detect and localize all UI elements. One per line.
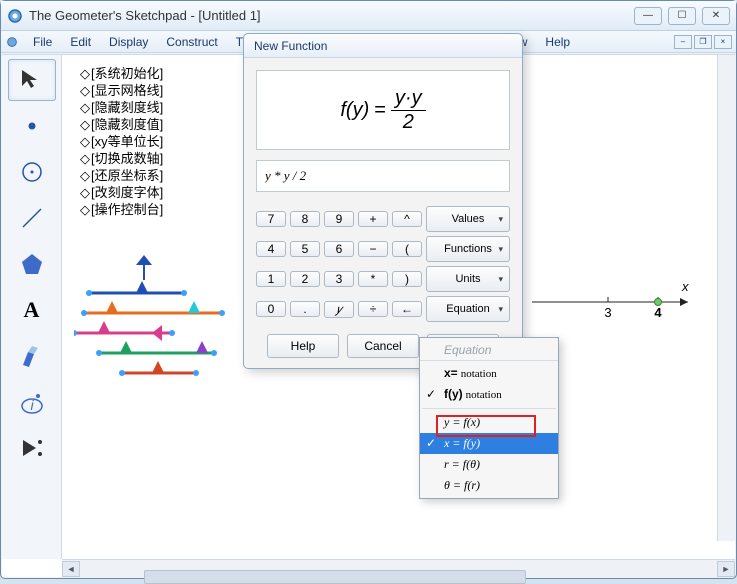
key-lparen[interactable]: (	[392, 241, 422, 257]
help-button[interactable]: Help	[267, 334, 339, 358]
action-item[interactable]: [xy等单位长]	[80, 133, 163, 150]
minimize-button[interactable]: —	[634, 7, 662, 25]
app-window: The Geometer's Sketchpad - [Untitled 1] …	[0, 0, 737, 579]
action-item[interactable]: [系统初始化]	[80, 65, 163, 82]
mdi-close-button[interactable]: ×	[714, 35, 732, 49]
axis-label-x: x	[681, 279, 689, 294]
window-controls: — ☐ ✕	[634, 7, 730, 25]
window-title: The Geometer's Sketchpad - [Untitled 1]	[29, 8, 634, 23]
preview-denominator: 2	[403, 111, 414, 134]
x-axis[interactable]: 3 4 x	[532, 277, 702, 327]
keypad: 7 8 9 + ^ Values 4 5 6 − ( Functions 1 2…	[256, 206, 510, 322]
text-icon: A	[24, 297, 40, 323]
tool-custom[interactable]	[8, 427, 56, 469]
menu-edit[interactable]: Edit	[62, 33, 99, 51]
key-3[interactable]: 3	[324, 271, 354, 287]
action-item[interactable]: [显示网格线]	[80, 82, 163, 99]
scroll-left-button[interactable]: ◄	[62, 561, 80, 577]
cancel-button[interactable]: Cancel	[347, 334, 419, 358]
function-preview: f(y) = y·y 2	[256, 70, 510, 150]
dialog-title[interactable]: New Function	[244, 34, 522, 58]
equation-dropdown[interactable]: Equation	[426, 296, 510, 322]
key-back[interactable]: ←	[392, 301, 422, 317]
tool-text[interactable]: A	[8, 289, 56, 331]
circle-icon	[18, 158, 46, 186]
line-icon	[18, 204, 46, 232]
doc-icon	[5, 35, 19, 49]
vertical-scrollbar[interactable]	[717, 55, 735, 541]
key-minus[interactable]: −	[358, 241, 388, 257]
equation-x-fy[interactable]: x = f(y)	[420, 433, 558, 454]
tool-info[interactable]: i	[8, 381, 56, 423]
arrow-icon	[18, 66, 46, 94]
app-icon	[7, 8, 23, 24]
values-dropdown[interactable]: Values	[426, 206, 510, 232]
tool-marker[interactable]	[8, 335, 56, 377]
action-item[interactable]: [隐藏刻度线]	[80, 99, 163, 116]
tick-4: 4	[654, 305, 662, 320]
tick-3: 3	[604, 305, 611, 320]
custom-icon	[18, 434, 46, 462]
menu-help[interactable]: Help	[537, 33, 578, 51]
tool-point[interactable]	[8, 105, 56, 147]
key-var[interactable]: 𝑦	[324, 301, 354, 318]
action-item[interactable]: [还原坐标系]	[80, 167, 163, 184]
key-0[interactable]: 0	[256, 301, 286, 317]
key-5[interactable]: 5	[290, 241, 320, 257]
info-icon: i	[18, 388, 46, 416]
submenu-header: Equation	[420, 340, 558, 361]
mdi-min-button[interactable]: –	[674, 35, 692, 49]
mdi-restore-button[interactable]: ❐	[694, 35, 712, 49]
key-2[interactable]: 2	[290, 271, 320, 287]
menu-display[interactable]: Display	[101, 33, 156, 51]
key-9[interactable]: 9	[324, 211, 354, 227]
tool-polygon[interactable]	[8, 243, 56, 285]
point-icon	[18, 112, 46, 140]
slider-widget[interactable]	[74, 255, 234, 385]
tool-circle[interactable]	[8, 151, 56, 193]
toolbox: A i	[2, 54, 62, 559]
key-8[interactable]: 8	[290, 211, 320, 227]
new-function-dialog: New Function f(y) = y·y 2 7 8 9 + ^ Valu…	[243, 33, 523, 369]
key-plus[interactable]: +	[358, 211, 388, 227]
units-dropdown[interactable]: Units	[426, 266, 510, 292]
notation-fy[interactable]: f(y) notation	[420, 384, 558, 405]
notation-x-equals[interactable]: x= notation	[420, 363, 558, 384]
tool-line[interactable]	[8, 197, 56, 239]
marker-icon	[18, 342, 46, 370]
horizontal-scrollbar[interactable]: ◄ ►	[62, 559, 735, 577]
key-div[interactable]: ÷	[358, 301, 388, 317]
menu-construct[interactable]: Construct	[158, 33, 225, 51]
action-list: [系统初始化] [显示网格线] [隐藏刻度线] [隐藏刻度值] [xy等单位长]…	[80, 65, 163, 218]
functions-dropdown[interactable]: Functions	[426, 236, 510, 262]
maximize-button[interactable]: ☐	[668, 7, 696, 25]
action-item[interactable]: [隐藏刻度值]	[80, 116, 163, 133]
key-1[interactable]: 1	[256, 271, 286, 287]
tool-arrow[interactable]	[8, 59, 56, 101]
key-caret[interactable]: ^	[392, 211, 422, 227]
polygon-icon	[18, 250, 46, 278]
key-4[interactable]: 4	[256, 241, 286, 257]
action-item[interactable]: [改刻度字体]	[80, 184, 163, 201]
equation-r-ftheta[interactable]: r = f(θ)	[420, 454, 558, 475]
key-dot[interactable]: .	[290, 301, 320, 317]
titlebar[interactable]: The Geometer's Sketchpad - [Untitled 1] …	[1, 1, 736, 31]
equation-submenu: Equation x= notation f(y) notation y = f…	[419, 337, 559, 499]
equation-theta-fr[interactable]: θ = f(r)	[420, 475, 558, 496]
action-item[interactable]: [操作控制台]	[80, 201, 163, 218]
close-button[interactable]: ✕	[702, 7, 730, 25]
key-7[interactable]: 7	[256, 211, 286, 227]
equation-y-fx[interactable]: y = f(x)	[420, 412, 558, 433]
menu-file[interactable]: File	[25, 33, 60, 51]
scroll-right-button[interactable]: ►	[717, 561, 735, 577]
key-6[interactable]: 6	[324, 241, 354, 257]
key-rparen[interactable]: )	[392, 271, 422, 287]
action-item[interactable]: [切换成数轴]	[80, 150, 163, 167]
mdi-controls: – ❐ ×	[674, 35, 732, 49]
preview-numerator: y·y	[391, 87, 426, 111]
key-mult[interactable]: *	[358, 271, 388, 287]
scroll-thumb[interactable]	[144, 570, 526, 584]
expression-input[interactable]	[256, 160, 510, 192]
